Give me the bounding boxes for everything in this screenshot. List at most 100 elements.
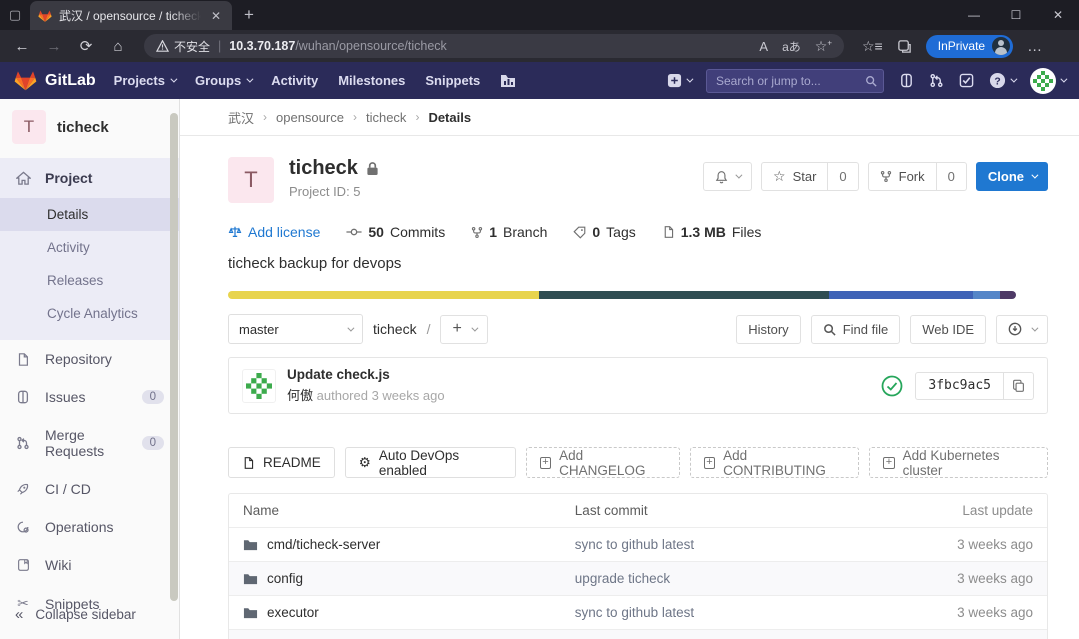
pipeline-status-icon[interactable] bbox=[881, 375, 903, 397]
fork-count[interactable]: 0 bbox=[937, 162, 967, 191]
nav-activity[interactable]: Activity bbox=[271, 73, 318, 88]
todos-icon[interactable] bbox=[959, 73, 974, 88]
add-favorite-icon[interactable]: ☆+ bbox=[815, 38, 832, 55]
address-bar[interactable]: 不安全 | 10.3.70.187/wuhan/opensource/tiche… bbox=[144, 34, 844, 58]
branch-select[interactable]: master bbox=[228, 314, 363, 344]
browser-tab[interactable]: 武汉 / opensource / ticheck · Git ✕ bbox=[30, 1, 232, 30]
web-ide-button[interactable]: Web IDE bbox=[910, 315, 986, 344]
breadcrumb-project[interactable]: ticheck bbox=[366, 110, 406, 125]
commit-message-link[interactable]: upgrade ticheck bbox=[575, 571, 875, 586]
copy-sha-button[interactable] bbox=[1004, 372, 1034, 400]
merge-requests-icon[interactable] bbox=[929, 73, 944, 88]
add-file-button[interactable]: + bbox=[440, 315, 487, 344]
browser-menu-icon[interactable]: … bbox=[1027, 38, 1042, 55]
sidebar-item-project[interactable]: Project bbox=[0, 158, 179, 198]
warning-icon bbox=[156, 40, 169, 52]
new-menu-button[interactable] bbox=[667, 73, 691, 88]
warning-label: 不安全 bbox=[174, 38, 210, 55]
chevron-down-icon bbox=[247, 76, 254, 83]
collections-icon[interactable] bbox=[897, 39, 912, 54]
nav-snippets[interactable]: Snippets bbox=[425, 73, 480, 88]
star-count[interactable]: 0 bbox=[828, 162, 858, 191]
breadcrumb-subgroup[interactable]: opensource bbox=[276, 110, 344, 125]
charts-icon[interactable] bbox=[500, 74, 516, 88]
add-contributing-button[interactable]: + Add CONTRIBUTING bbox=[690, 447, 859, 478]
find-file-button[interactable]: Find file bbox=[811, 315, 901, 344]
language-bar[interactable] bbox=[228, 291, 1016, 299]
sidebar-scrollbar[interactable] bbox=[170, 113, 178, 601]
sidebar-item-operations[interactable]: Operations bbox=[0, 508, 179, 546]
clone-button[interactable]: Clone bbox=[976, 162, 1048, 191]
add-license-link[interactable]: Add license bbox=[228, 224, 320, 240]
tab-close-icon[interactable]: ✕ bbox=[208, 9, 224, 23]
fork-button[interactable]: Fork bbox=[868, 162, 937, 191]
sidebar-item-merge-requests[interactable]: Merge Requests 0 bbox=[0, 416, 179, 470]
home-button[interactable]: ⌂ bbox=[104, 33, 132, 59]
sidebar-item-issues[interactable]: Issues 0 bbox=[0, 378, 179, 416]
readme-button[interactable]: README bbox=[228, 447, 335, 478]
security-warning[interactable]: 不安全 bbox=[156, 38, 210, 55]
translate-icon[interactable]: aあ bbox=[782, 38, 801, 55]
tanuki-icon bbox=[14, 69, 37, 92]
sidebar-item-details[interactable]: Details bbox=[0, 198, 179, 231]
nav-milestones[interactable]: Milestones bbox=[338, 73, 405, 88]
inprivate-badge[interactable]: InPrivate bbox=[926, 35, 1013, 58]
user-menu[interactable] bbox=[1030, 68, 1065, 94]
commit-title-link[interactable]: Update check.js bbox=[287, 367, 445, 382]
sidebar-item-repository[interactable]: Repository bbox=[0, 340, 179, 378]
tab-actions-icon[interactable]: ▢ bbox=[0, 0, 30, 30]
table-row[interactable]: config upgrade ticheck 3 weeks ago bbox=[229, 561, 1047, 595]
branches-link[interactable]: 1Branch bbox=[471, 224, 547, 240]
add-changelog-button[interactable]: + Add CHANGELOG bbox=[526, 447, 680, 478]
star-button[interactable]: ☆Star bbox=[761, 162, 828, 191]
sidebar-item-activity[interactable]: Activity bbox=[0, 231, 179, 264]
breadcrumb-group[interactable]: 武汉 bbox=[228, 108, 254, 127]
file-name-link[interactable]: config bbox=[267, 571, 303, 586]
table-row[interactable]: cmd/ticheck-server sync to github latest… bbox=[229, 527, 1047, 561]
sidebar-item-releases[interactable]: Releases bbox=[0, 264, 179, 297]
window-maximize-button[interactable]: ☐ bbox=[995, 8, 1037, 22]
browser-toolbar: ← → ⟳ ⌂ 不安全 | 10.3.70.187/wuhan/opensour… bbox=[0, 30, 1079, 62]
commit-sha[interactable]: 3fbc9ac5 bbox=[915, 372, 1004, 400]
window-minimize-button[interactable]: — bbox=[953, 8, 995, 22]
commit-author-link[interactable]: 何傲 bbox=[287, 388, 313, 403]
nav-projects[interactable]: Projects bbox=[114, 73, 175, 88]
refresh-button[interactable]: ⟳ bbox=[72, 33, 100, 59]
path-root-link[interactable]: ticheck bbox=[373, 321, 417, 337]
sidebar-item-wiki[interactable]: Wiki bbox=[0, 546, 179, 584]
forward-button[interactable]: → bbox=[40, 33, 68, 59]
history-button[interactable]: History bbox=[736, 315, 800, 344]
last-update: 3 weeks ago bbox=[875, 605, 1033, 620]
favorites-icon[interactable]: ☆≡ bbox=[862, 38, 883, 55]
download-button[interactable] bbox=[996, 315, 1048, 344]
project-avatar: T bbox=[12, 110, 46, 144]
table-row[interactable]: internal sync to github latest 3 weeks a… bbox=[229, 629, 1047, 639]
add-kubernetes-button[interactable]: + Add Kubernetes cluster bbox=[869, 447, 1048, 478]
sidebar-item-cycle-analytics[interactable]: Cycle Analytics bbox=[0, 297, 179, 330]
nav-groups[interactable]: Groups bbox=[195, 73, 251, 88]
window-close-button[interactable]: ✕ bbox=[1037, 8, 1079, 22]
file-name-link[interactable]: executor bbox=[267, 605, 319, 620]
help-menu[interactable]: ? bbox=[989, 72, 1015, 89]
collapse-sidebar-button[interactable]: « Collapse sidebar bbox=[0, 596, 179, 633]
gitlab-logo[interactable]: GitLab bbox=[14, 69, 96, 92]
gitlab-favicon bbox=[38, 9, 52, 23]
issues-icon[interactable] bbox=[899, 73, 914, 88]
sidebar-project-context[interactable]: T ticheck bbox=[0, 99, 179, 154]
commits-link[interactable]: 50Commits bbox=[346, 224, 445, 240]
auto-devops-button[interactable]: ⚙ Auto DevOps enabled bbox=[345, 447, 516, 478]
read-aloud-icon[interactable]: A bbox=[759, 39, 768, 54]
back-button[interactable]: ← bbox=[8, 33, 36, 59]
search-input[interactable] bbox=[706, 69, 884, 93]
table-row[interactable]: executor sync to github latest 3 weeks a… bbox=[229, 595, 1047, 629]
files-link[interactable]: 1.3 MBFiles bbox=[662, 224, 762, 240]
commit-message-link[interactable]: sync to github latest bbox=[575, 605, 875, 620]
tags-link[interactable]: 0Tags bbox=[573, 224, 635, 240]
commit-author-avatar[interactable] bbox=[242, 369, 276, 403]
column-last-commit: Last commit bbox=[575, 503, 875, 518]
file-name-link[interactable]: cmd/ticheck-server bbox=[267, 537, 380, 552]
commit-message-link[interactable]: sync to github latest bbox=[575, 537, 875, 552]
sidebar-item-ci-cd[interactable]: CI / CD bbox=[0, 470, 179, 508]
notifications-button[interactable] bbox=[703, 162, 752, 191]
new-tab-button[interactable]: + bbox=[244, 5, 254, 25]
